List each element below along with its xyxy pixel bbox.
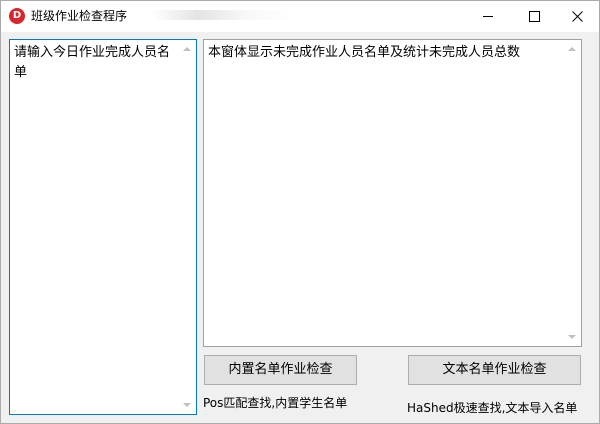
output-text: 本窗体显示未完成作业人员名单及统计未完成人员总数 bbox=[208, 45, 521, 60]
app-window: D 班级作业检查程序 请输入今日作业完成人员名单 本窗体显示未完成作业人员名单及… bbox=[0, 0, 600, 424]
result-output-textarea[interactable]: 本窗体显示未完成作业人员名单及统计未完成人员总数 bbox=[203, 39, 582, 347]
title-smudge bbox=[151, 10, 291, 20]
app-logo-icon: D bbox=[9, 8, 25, 24]
title-bar[interactable]: D 班级作业检查程序 bbox=[1, 1, 599, 32]
builtin-list-check-button[interactable]: 内置名单作业检查 bbox=[204, 355, 357, 385]
scroll-up-arrow-icon[interactable] bbox=[183, 47, 191, 51]
scroll-down-arrow-icon[interactable] bbox=[183, 403, 191, 407]
text-method-label: HaShed极速查找,文本导入名单 bbox=[407, 401, 578, 415]
close-icon bbox=[572, 11, 583, 22]
window-title: 班级作业检查程序 bbox=[31, 9, 128, 23]
output-scrollbar[interactable] bbox=[564, 40, 581, 346]
minimize-button[interactable] bbox=[465, 1, 511, 32]
attendance-input-textarea[interactable]: 请输入今日作业完成人员名单 bbox=[9, 39, 197, 415]
close-button[interactable] bbox=[555, 1, 599, 32]
input-text: 请输入今日作业完成人员名单 bbox=[14, 45, 171, 80]
maximize-button[interactable] bbox=[511, 1, 557, 32]
text-list-check-button[interactable]: 文本名单作业检查 bbox=[408, 355, 581, 385]
scroll-down-arrow-icon[interactable] bbox=[568, 335, 576, 339]
scroll-up-arrow-icon[interactable] bbox=[568, 47, 576, 51]
builtin-method-label: Pos匹配查找,内置学生名单 bbox=[203, 396, 348, 410]
input-scrollbar[interactable] bbox=[179, 40, 196, 414]
